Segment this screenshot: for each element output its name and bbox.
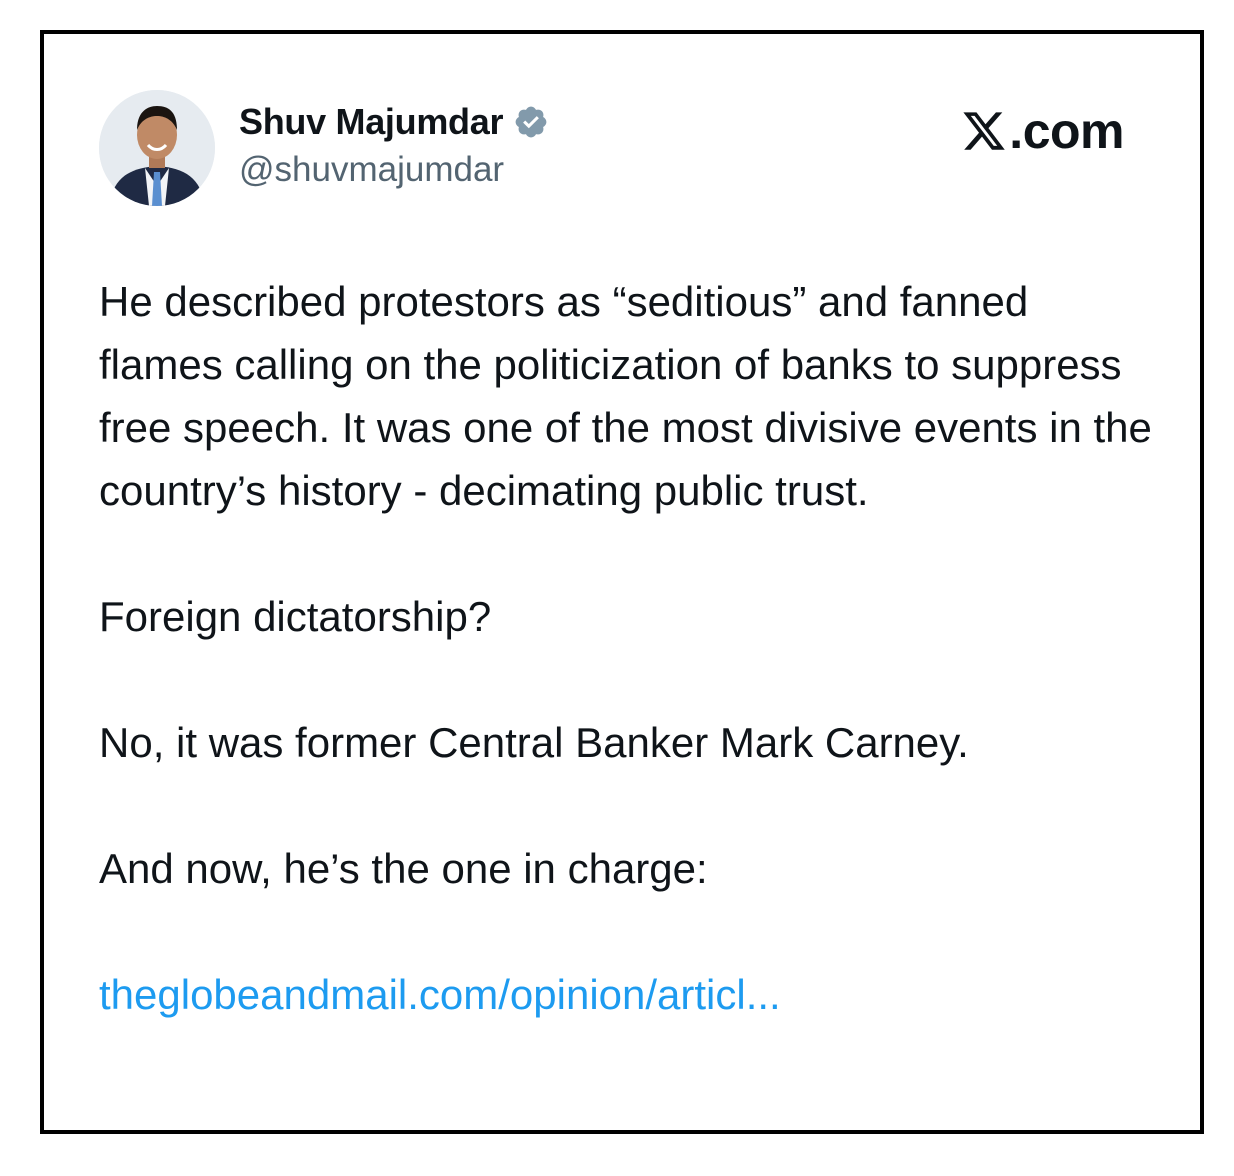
verified-badge-icon <box>513 104 549 140</box>
author-name-row: Shuv Majumdar <box>239 100 549 144</box>
tweet-paragraph: No, it was former Central Banker Mark Ca… <box>99 719 969 766</box>
brand-suffix: .com <box>1009 103 1124 159</box>
tweet-link-paragraph: theglobeandmail.com/opinion/articl... <box>99 963 1159 1026</box>
tweet-paragraph: He described protestors as “seditious” a… <box>99 278 1152 514</box>
tweet-body: He described protestors as “seditious” a… <box>99 270 1159 1026</box>
brand-watermark: .com <box>961 102 1124 160</box>
tweet-paragraph: Foreign dictatorship? <box>99 593 492 640</box>
tweet-card: Shuv Majumdar @shuvmajumdar .com He desc… <box>50 40 1194 1124</box>
x-logo-icon <box>961 108 1007 154</box>
article-link[interactable]: theglobeandmail.com/opinion/articl... <box>99 971 781 1018</box>
tweet-paragraph: And now, he’s the one in charge: <box>99 845 708 892</box>
avatar[interactable] <box>99 90 215 206</box>
screenshot-frame: Shuv Majumdar @shuvmajumdar .com He desc… <box>40 30 1204 1134</box>
author-display-name[interactable]: Shuv Majumdar <box>239 101 503 143</box>
author-handle[interactable]: @shuvmajumdar <box>239 150 504 190</box>
